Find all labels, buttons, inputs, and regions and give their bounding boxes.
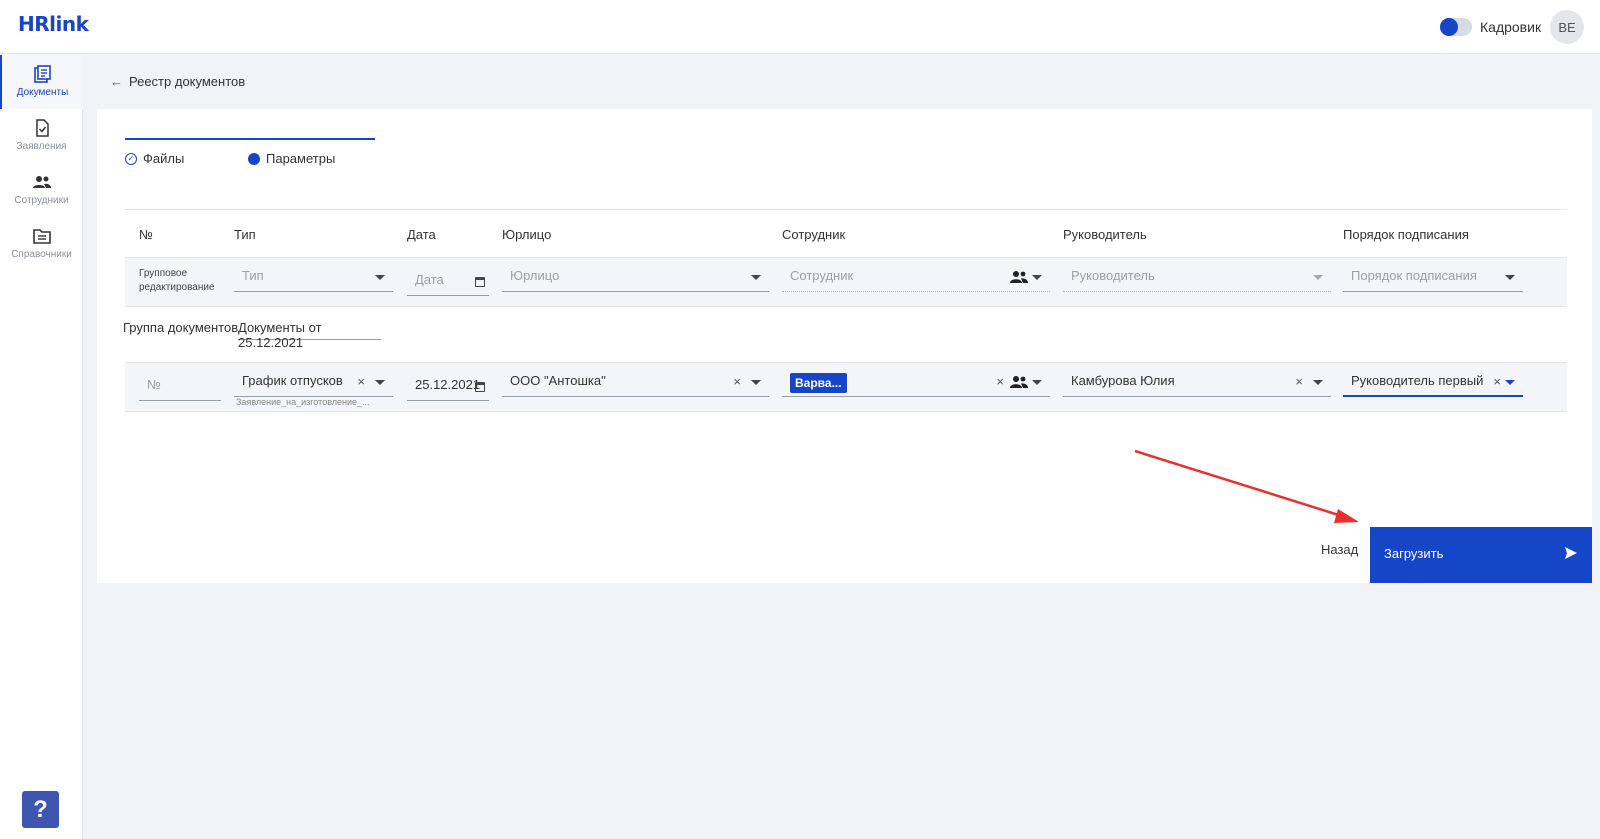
help-button[interactable]: ? — [22, 791, 59, 828]
group-employee-select[interactable]: Сотрудник — [782, 264, 1050, 292]
placeholder: Руководитель — [1071, 268, 1155, 283]
caret-down-icon — [1032, 275, 1042, 280]
sidebar-item-label: Документы — [16, 87, 69, 98]
clear-icon[interactable]: × — [1295, 374, 1303, 389]
row-date-field[interactable]: 25.12.2021 — [407, 373, 489, 401]
document-group-input[interactable]: Документы от 25.12.2021 — [238, 316, 381, 350]
caret-down-icon — [375, 380, 385, 385]
role-label: Кадровик — [1480, 19, 1542, 35]
row-type-value: График отпусков — [242, 373, 343, 388]
group-type-select[interactable]: Тип — [234, 264, 393, 292]
sidebar-item-applications[interactable]: Заявления — [0, 109, 83, 163]
group-manager-select[interactable]: Руководитель — [1063, 264, 1331, 292]
calendar-icon — [475, 277, 485, 287]
caret-down-icon — [751, 275, 761, 280]
group-signing-order-select[interactable]: Порядок подписания — [1343, 264, 1523, 292]
caret-down-icon — [1505, 275, 1515, 280]
placeholder: Юрлицо — [510, 268, 560, 283]
employees-icon — [32, 176, 51, 188]
toggle-knob — [1440, 18, 1458, 36]
clear-icon[interactable]: × — [996, 374, 1004, 389]
caret-down-icon — [751, 380, 761, 385]
group-edit-row: Групповое редактирование Тип Дата Юрлицо… — [125, 257, 1567, 307]
caret-down-icon — [1032, 380, 1042, 385]
step-files[interactable]: ✓ Файлы — [125, 151, 184, 166]
col-number: № — [139, 227, 153, 242]
row-employee-select[interactable]: Варва... × — [782, 369, 1050, 397]
send-icon — [1565, 547, 1577, 559]
main-card: ✓ Файлы Параметры № Тип Дата Юрлицо Сотр… — [97, 109, 1592, 583]
step-label: Параметры — [266, 151, 336, 166]
group-entity-select[interactable]: Юрлицо — [502, 264, 769, 292]
sidebar-item-label: Справочники — [11, 249, 72, 260]
sidebar-item-label: Заявления — [16, 141, 67, 152]
group-date-field[interactable]: Дата — [407, 268, 489, 296]
clear-icon[interactable]: × — [733, 374, 741, 389]
step-parameters[interactable]: Параметры — [248, 151, 335, 166]
calendar-icon[interactable] — [475, 382, 485, 392]
app-logo[interactable]: HRlink — [18, 12, 89, 36]
upload-button[interactable]: Загрузить — [1370, 527, 1592, 583]
sidebar: Документы Заявления Сотрудники Справочни… — [0, 55, 83, 839]
avatar[interactable]: ВЕ — [1550, 10, 1584, 44]
role-toggle[interactable] — [1440, 18, 1472, 36]
arrow-left-icon: ← — [110, 74, 123, 89]
placeholder: Сотрудник — [790, 268, 854, 283]
caret-down-icon — [375, 275, 385, 280]
row-entity-value: ООО "Антошка" — [510, 373, 606, 388]
check-circle-icon: ✓ — [125, 152, 137, 165]
col-signing-order: Порядок подписания — [1343, 227, 1469, 242]
sidebar-item-references[interactable]: Справочники — [0, 217, 83, 271]
application-icon — [35, 119, 49, 137]
clear-icon[interactable]: × — [1493, 374, 1501, 389]
folder-icon — [32, 229, 51, 244]
row-entity-select[interactable]: ООО "Антошка" × — [502, 369, 769, 397]
row-signing-order-select[interactable]: Руководитель первый × — [1343, 369, 1523, 397]
sidebar-item-documents[interactable]: Документы — [0, 55, 83, 109]
group-edit-label-line: Групповое — [139, 268, 188, 279]
col-entity: Юрлицо — [502, 227, 552, 242]
employee-chip[interactable]: Варва... — [790, 373, 847, 393]
sidebar-item-employees[interactable]: Сотрудники — [0, 163, 83, 217]
placeholder: № — [147, 377, 161, 392]
top-bar: HRlink Кадровик ВЕ — [0, 0, 1600, 54]
back-button[interactable]: Назад — [1321, 542, 1358, 557]
row-date-value: 25.12.2021 — [415, 377, 481, 392]
placeholder: Дата — [415, 272, 444, 287]
row-signing-order-value: Руководитель первый — [1351, 373, 1484, 388]
row-number-input[interactable]: № — [139, 373, 221, 401]
upload-button-label: Загрузить — [1384, 546, 1444, 561]
group-edit-label-line: редактирование — [139, 282, 215, 293]
col-employee: Сотрудник — [782, 227, 846, 242]
col-manager: Руководитель — [1063, 227, 1147, 242]
row-manager-select[interactable]: Камбурова Юлия × — [1063, 369, 1331, 397]
sidebar-item-label: Сотрудники — [14, 195, 69, 206]
caret-down-icon — [1505, 380, 1515, 385]
group-edit-label: Групповое редактирование — [139, 267, 215, 295]
placeholder: Тип — [242, 268, 264, 283]
row-type-filename: Заявление_на_изготовление_... — [236, 397, 370, 407]
clear-icon[interactable]: × — [357, 374, 365, 389]
col-type: Тип — [234, 227, 256, 242]
documents-icon — [33, 65, 51, 83]
employees-icon — [1010, 271, 1028, 283]
document-group-label: Группа документов — [123, 320, 239, 335]
placeholder: Порядок подписания — [1351, 268, 1477, 283]
stepper-progress — [125, 138, 375, 140]
caret-down-icon — [1313, 275, 1323, 280]
breadcrumb-label: Реестр документов — [129, 74, 246, 89]
caret-down-icon — [1313, 380, 1323, 385]
row-type-select[interactable]: График отпусков × — [234, 369, 393, 397]
step-label: Файлы — [143, 151, 185, 166]
table-header: № Тип Дата Юрлицо Сотрудник Руководитель… — [125, 209, 1567, 257]
breadcrumb-back-link[interactable]: ← Реестр документов — [110, 74, 245, 89]
col-date: Дата — [407, 227, 436, 242]
employees-icon[interactable] — [1010, 375, 1028, 389]
row-manager-value: Камбурова Юлия — [1071, 373, 1175, 388]
current-step-dot-icon — [248, 152, 260, 165]
